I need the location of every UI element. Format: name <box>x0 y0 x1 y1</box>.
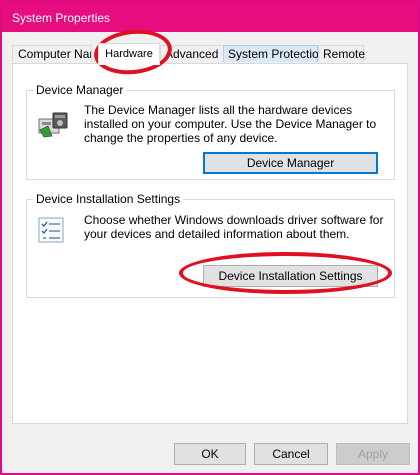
window-title: System Properties <box>12 11 111 25</box>
device-manager-button[interactable]: Device Manager <box>203 152 378 174</box>
ok-button[interactable]: OK <box>174 443 246 465</box>
apply-button[interactable]: Apply <box>336 443 410 465</box>
tab-strip: Computer Name Advanced System Protection… <box>12 43 408 65</box>
device-manager-description: The Device Manager lists all the hardwar… <box>84 103 377 145</box>
device-installation-group: Device Installation Settings Choose whet… <box>26 192 395 298</box>
device-installation-heading: Device Installation Settings <box>33 192 184 206</box>
system-properties-window: System Properties Computer Name Advanced… <box>0 0 420 475</box>
tab-remote[interactable]: Remote <box>318 45 365 62</box>
device-installation-description: Choose whether Windows downloads driver … <box>84 213 384 241</box>
device-manager-heading: Device Manager <box>33 83 127 97</box>
device-manager-icon <box>38 110 70 138</box>
tab-computer-name[interactable]: Computer Name <box>12 45 92 62</box>
tab-hardware[interactable]: Hardware <box>98 43 160 65</box>
hardware-panel: Device Manager The Device Manager lists … <box>12 63 408 424</box>
title-bar[interactable]: System Properties <box>2 2 418 32</box>
tab-system-protection[interactable]: System Protection <box>223 45 325 62</box>
tab-advanced[interactable]: Advanced <box>160 45 224 62</box>
device-manager-group: Device Manager The Device Manager lists … <box>26 83 395 180</box>
checklist-icon <box>38 217 64 243</box>
cancel-button[interactable]: Cancel <box>254 443 328 465</box>
device-installation-settings-button[interactable]: Device Installation Settings <box>203 265 378 287</box>
